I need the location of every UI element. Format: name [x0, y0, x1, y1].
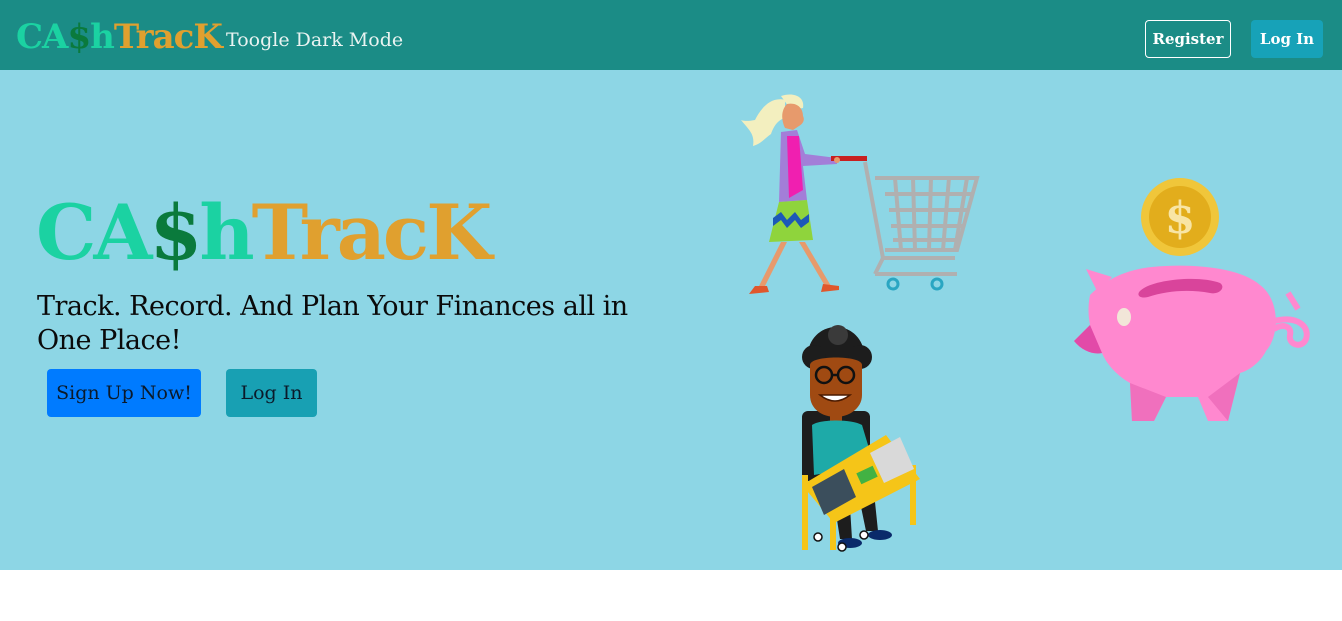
hero-brand-part-h: h	[199, 188, 254, 277]
brand-part-ca: CA	[16, 17, 68, 57]
person-with-laptop-illustration	[802, 325, 920, 552]
register-button[interactable]: Register	[1145, 20, 1231, 58]
hero-section: CA$hTracK Track. Record. And Plan Your F…	[0, 70, 1342, 570]
page-content-area	[0, 570, 1342, 621]
navbar: CA$hTracK Toogle Dark Mode Register Log …	[0, 0, 1342, 70]
sign-up-button[interactable]: Sign Up Now!	[47, 369, 201, 417]
brand-part-h: h	[90, 17, 115, 57]
svg-text:$: $	[1165, 193, 1196, 244]
hero-brand-title: CA$hTracK	[36, 188, 493, 278]
hero-brand-part-track: TracK	[251, 188, 493, 277]
nav-login-button[interactable]: Log In	[1251, 20, 1323, 58]
hero-tagline: Track. Record. And Plan Your Finances al…	[37, 291, 628, 356]
hero-brand-part-dollar: $	[149, 188, 202, 277]
shopping-woman-illustration	[741, 94, 980, 294]
hero-login-button[interactable]: Log In	[226, 369, 317, 417]
brand-part-dollar: $	[67, 17, 91, 57]
brand-part-track: TracK	[113, 17, 223, 57]
hero-brand-part-ca: CA	[36, 188, 152, 277]
toggle-dark-mode-link[interactable]: Toogle Dark Mode	[226, 27, 403, 53]
piggy-bank-illustration: $	[1074, 178, 1310, 421]
brand-logo-link[interactable]: CA$hTracK	[16, 14, 223, 60]
